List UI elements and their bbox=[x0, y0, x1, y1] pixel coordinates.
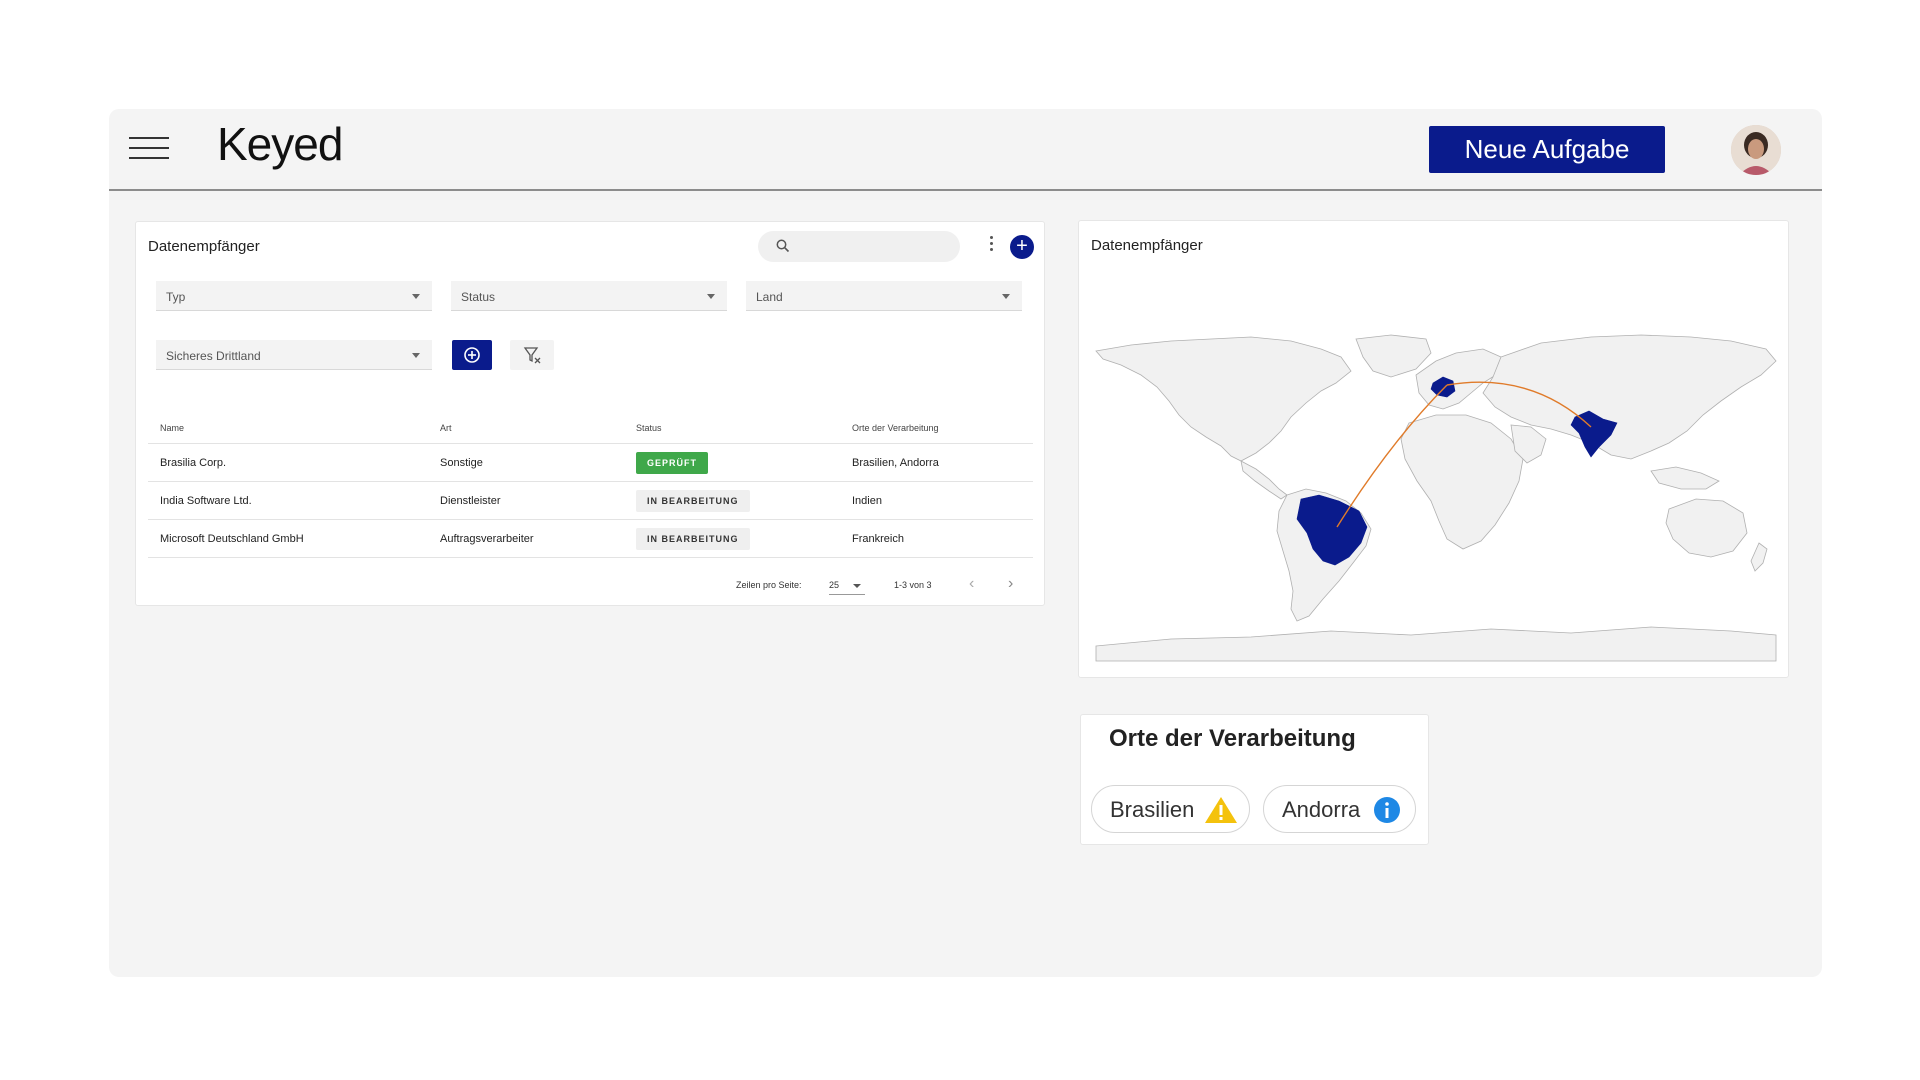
app-logo: Keyed bbox=[217, 118, 343, 170]
chevron-down-icon bbox=[412, 294, 420, 299]
recipients-table: Name Art Status Orte der Verarbeitung Br… bbox=[148, 412, 1033, 558]
chevron-right-icon[interactable]: › bbox=[1008, 575, 1013, 593]
map-card: Datenempfänger bbox=[1078, 220, 1789, 678]
table-row[interactable]: Brasilia Corp. Sonstige GEPRÜFT Brasilie… bbox=[148, 444, 1033, 482]
map-europe bbox=[1415, 348, 1502, 410]
info-icon bbox=[1374, 797, 1400, 823]
app-window: Keyed Neue Aufgabe Datenempfänger + Typ bbox=[109, 109, 1822, 977]
column-header-art[interactable]: Art bbox=[440, 423, 452, 433]
warning-icon bbox=[1205, 797, 1237, 823]
filter-land-label: Land bbox=[756, 290, 783, 304]
clear-filter-button[interactable] bbox=[510, 340, 554, 370]
search-input[interactable] bbox=[758, 231, 960, 262]
add-circle-icon bbox=[464, 347, 480, 363]
row-orte: Indien bbox=[852, 495, 882, 507]
column-header-name[interactable]: Name bbox=[160, 423, 184, 433]
filter-clear-icon bbox=[523, 347, 541, 364]
chevron-left-icon[interactable]: ‹ bbox=[969, 575, 974, 593]
map-title: Datenempfänger bbox=[1091, 237, 1203, 254]
filter-sicheres-drittland-label: Sicheres Drittland bbox=[166, 349, 261, 363]
row-orte: Brasilien, Andorra bbox=[852, 457, 939, 469]
status-badge: IN BEARBEITUNG bbox=[636, 528, 750, 550]
map-se-asia bbox=[1650, 466, 1720, 490]
chevron-down-icon bbox=[412, 353, 420, 358]
top-bar: Keyed Neue Aufgabe bbox=[109, 109, 1822, 191]
pagination: Zeilen pro Seite: 25 1-3 von 3 ‹ › bbox=[136, 572, 1046, 602]
add-recipient-button[interactable]: + bbox=[1010, 235, 1034, 259]
table-row[interactable]: India Software Ltd. Dienstleister IN BEA… bbox=[148, 482, 1033, 520]
location-chip-andorra[interactable]: Andorra bbox=[1263, 785, 1416, 833]
filter-typ-label: Typ bbox=[166, 290, 186, 304]
more-options-icon[interactable] bbox=[988, 236, 994, 254]
world-map[interactable] bbox=[1091, 331, 1779, 666]
search-icon bbox=[776, 239, 790, 253]
row-name: Brasilia Corp. bbox=[160, 457, 227, 469]
user-avatar[interactable] bbox=[1731, 125, 1781, 175]
chevron-down-icon bbox=[853, 584, 861, 588]
map-central-america bbox=[1240, 460, 1288, 500]
row-art: Dienstleister bbox=[440, 495, 501, 507]
map-antarctica bbox=[1095, 626, 1777, 662]
chip-label: Brasilien bbox=[1110, 797, 1195, 822]
filter-status[interactable]: Status bbox=[451, 281, 727, 311]
processing-locations-title: Orte der Verarbeitung bbox=[1109, 725, 1356, 752]
map-north-america bbox=[1095, 336, 1352, 462]
map-greenland bbox=[1355, 334, 1432, 378]
filter-typ[interactable]: Typ bbox=[156, 281, 432, 311]
row-name: India Software Ltd. bbox=[160, 495, 252, 507]
status-badge: IN BEARBEITUNG bbox=[636, 490, 750, 512]
rows-per-page-select[interactable]: 25 bbox=[829, 575, 865, 595]
column-header-status[interactable]: Status bbox=[636, 423, 662, 433]
chip-label: Andorra bbox=[1282, 797, 1361, 822]
status-badge: GEPRÜFT bbox=[636, 452, 709, 474]
filter-status-label: Status bbox=[461, 290, 496, 304]
table-header: Name Art Status Orte der Verarbeitung bbox=[148, 412, 1033, 444]
rows-per-page-label: Zeilen pro Seite: bbox=[736, 580, 802, 590]
row-name: Microsoft Deutschland GmbH bbox=[160, 533, 304, 545]
row-art: Auftragsverarbeiter bbox=[440, 533, 534, 545]
map-australia bbox=[1665, 498, 1748, 558]
chevron-down-icon bbox=[707, 294, 715, 299]
chevron-down-icon bbox=[1002, 294, 1010, 299]
new-task-button[interactable]: Neue Aufgabe bbox=[1429, 126, 1665, 173]
table-row[interactable]: Microsoft Deutschland GmbH Auftragsverar… bbox=[148, 520, 1033, 558]
row-art: Sonstige bbox=[440, 457, 483, 469]
column-header-orte[interactable]: Orte der Verarbeitung bbox=[852, 423, 939, 433]
recipients-title: Datenempfänger bbox=[148, 238, 260, 255]
location-chip-brasilien[interactable]: Brasilien bbox=[1091, 785, 1250, 833]
map-africa bbox=[1400, 414, 1524, 550]
pagination-range: 1-3 von 3 bbox=[894, 580, 932, 590]
rows-per-page-value: 25 bbox=[829, 580, 840, 590]
map-new-zealand bbox=[1750, 542, 1768, 572]
recipients-card: Datenempfänger + Typ Status Land Sichere… bbox=[135, 221, 1045, 606]
add-filter-button[interactable] bbox=[452, 340, 492, 370]
processing-locations-card: Orte der Verarbeitung Brasilien Andorra bbox=[1080, 714, 1429, 845]
row-orte: Frankreich bbox=[852, 533, 904, 545]
menu-icon[interactable] bbox=[129, 133, 169, 163]
filter-sicheres-drittland[interactable]: Sicheres Drittland bbox=[156, 340, 432, 370]
filter-land[interactable]: Land bbox=[746, 281, 1022, 311]
